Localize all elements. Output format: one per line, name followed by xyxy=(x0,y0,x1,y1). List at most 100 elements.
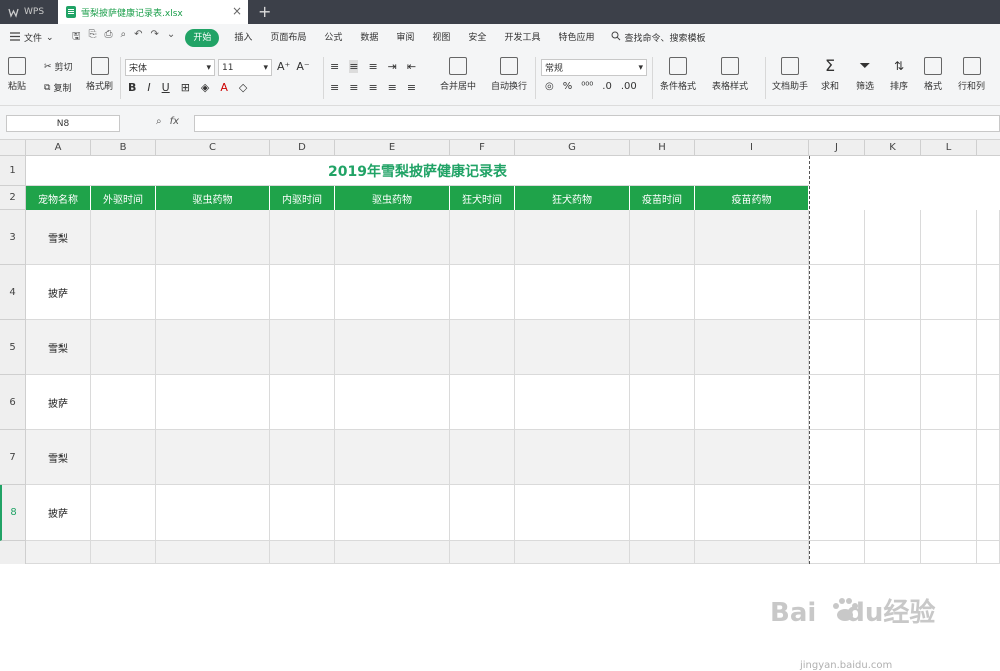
cell[interactable] xyxy=(270,210,335,265)
row-header-3[interactable]: 3 xyxy=(0,210,26,265)
header-rabies-drug[interactable]: 狂犬药物 xyxy=(515,186,630,210)
cell[interactable] xyxy=(270,375,335,430)
pet-name-cell[interactable]: 雪梨 xyxy=(26,320,91,375)
column-header-h[interactable]: H xyxy=(630,140,695,156)
cell[interactable] xyxy=(515,485,630,541)
header-external-deworm-time[interactable]: 外驱时间 xyxy=(91,186,156,210)
filter-button[interactable]: ⏷ 筛选 xyxy=(856,57,874,92)
cell[interactable] xyxy=(515,430,630,485)
cell[interactable] xyxy=(515,320,630,375)
cut-button[interactable]: ✂ 剪切 xyxy=(44,60,73,74)
zoom-preview-icon[interactable]: ⌕ xyxy=(121,29,127,46)
align-top-icon[interactable]: ≡ xyxy=(330,60,339,73)
font-color-icon[interactable]: A xyxy=(220,81,228,94)
header-deworm-drug[interactable]: 驱虫药物 xyxy=(156,186,270,210)
outdent-icon[interactable]: ⇤ xyxy=(407,60,416,73)
row-header-9[interactable] xyxy=(0,541,26,564)
header-vaccine-drug[interactable]: 疫苗药物 xyxy=(695,186,809,210)
row-header-4[interactable]: 4 xyxy=(0,265,26,320)
cell[interactable] xyxy=(91,320,156,375)
undo-icon[interactable]: ↶ xyxy=(134,29,142,46)
rows-cols-button[interactable]: 行和列 xyxy=(958,57,985,92)
pet-name-cell[interactable]: 披萨 xyxy=(26,375,91,430)
fill-color-icon[interactable]: ◈ xyxy=(201,81,209,94)
close-tab-icon[interactable]: × xyxy=(232,5,242,17)
cell[interactable] xyxy=(695,210,809,265)
clear-format-icon[interactable]: ◇ xyxy=(239,81,247,94)
cell[interactable] xyxy=(91,485,156,541)
cell[interactable] xyxy=(630,485,695,541)
save-icon[interactable]: 🖫 xyxy=(72,29,81,46)
percent-icon[interactable]: % xyxy=(563,81,573,92)
cell[interactable] xyxy=(335,375,450,430)
cell[interactable] xyxy=(921,320,977,375)
paste-button[interactable]: 粘贴 xyxy=(8,57,26,92)
header-deworm-drug-2[interactable]: 驱虫药物 xyxy=(335,186,450,210)
cell[interactable] xyxy=(977,430,1000,485)
menu-developer[interactable]: 开发工具 xyxy=(495,29,549,47)
doc-helper-button[interactable]: 文档助手 xyxy=(772,57,808,92)
font-name-select[interactable]: 宋体 ▾ xyxy=(125,59,215,76)
distribute-icon[interactable]: ≡ xyxy=(407,81,416,94)
cell[interactable] xyxy=(921,265,977,320)
cell[interactable] xyxy=(630,320,695,375)
zoom-icon[interactable]: ⌕ xyxy=(156,116,162,127)
decrease-decimal-icon[interactable]: .00 xyxy=(621,81,637,92)
cell[interactable] xyxy=(91,265,156,320)
menu-security[interactable]: 安全 xyxy=(459,29,495,47)
cell[interactable] xyxy=(270,430,335,485)
indent-icon[interactable]: ⇥ xyxy=(388,60,397,73)
cell[interactable] xyxy=(921,430,977,485)
row-header-5[interactable]: 5 xyxy=(0,320,26,375)
number-format-select[interactable]: 常规 ▾ xyxy=(541,59,647,76)
menu-data[interactable]: 数据 xyxy=(351,29,387,47)
cell[interactable] xyxy=(865,265,921,320)
cell[interactable] xyxy=(977,265,1000,320)
row-header-2[interactable]: 2 xyxy=(0,186,26,210)
border-icon[interactable]: ⊞ xyxy=(181,81,190,94)
row-header-1[interactable]: 1 xyxy=(0,156,26,186)
header-rabies-time[interactable]: 狂犬时间 xyxy=(450,186,515,210)
cell[interactable] xyxy=(809,541,865,564)
decrease-font-icon[interactable]: A⁻ xyxy=(296,60,309,73)
menu-page-layout[interactable]: 页面布局 xyxy=(261,29,315,47)
cell[interactable] xyxy=(270,541,335,564)
align-center-icon[interactable]: ≡ xyxy=(349,81,358,94)
cell[interactable] xyxy=(450,320,515,375)
align-left-icon[interactable]: ≡ xyxy=(330,81,339,94)
cell[interactable] xyxy=(921,375,977,430)
menu-start[interactable]: 开始 xyxy=(185,28,220,47)
column-header-j[interactable]: J xyxy=(809,140,865,156)
cell[interactable] xyxy=(865,210,921,265)
cell[interactable] xyxy=(270,265,335,320)
cell[interactable] xyxy=(515,541,630,564)
copy-button[interactable]: ⧉ 复制 xyxy=(44,81,71,95)
cell[interactable] xyxy=(156,210,270,265)
print-preview-icon[interactable]: ⎘ xyxy=(89,29,97,46)
cell[interactable] xyxy=(270,320,335,375)
column-header-e[interactable]: E xyxy=(335,140,450,156)
cell[interactable] xyxy=(695,430,809,485)
row-header-7[interactable]: 7 xyxy=(0,430,26,485)
row-header-8[interactable]: 8 xyxy=(0,485,26,541)
cell[interactable] xyxy=(921,541,977,564)
merge-center-button[interactable]: 合并居中 xyxy=(440,57,476,92)
cell[interactable] xyxy=(515,375,630,430)
cell[interactable] xyxy=(156,320,270,375)
cell[interactable] xyxy=(809,485,865,541)
cell[interactable] xyxy=(865,541,921,564)
italic-icon[interactable]: I xyxy=(147,81,150,94)
justify-icon[interactable]: ≡ xyxy=(388,81,397,94)
name-box[interactable]: N8 xyxy=(6,115,120,132)
cell[interactable] xyxy=(335,265,450,320)
cell[interactable] xyxy=(335,485,450,541)
column-header-a[interactable]: A xyxy=(26,140,91,156)
column-header-d[interactable]: D xyxy=(270,140,335,156)
cell[interactable] xyxy=(515,265,630,320)
cell[interactable] xyxy=(630,430,695,485)
redo-icon[interactable]: ↷ xyxy=(151,29,159,46)
menu-insert[interactable]: 插入 xyxy=(225,29,261,47)
header-vaccine-time[interactable]: 疫苗时间 xyxy=(630,186,695,210)
cell[interactable] xyxy=(630,265,695,320)
cell[interactable] xyxy=(865,375,921,430)
